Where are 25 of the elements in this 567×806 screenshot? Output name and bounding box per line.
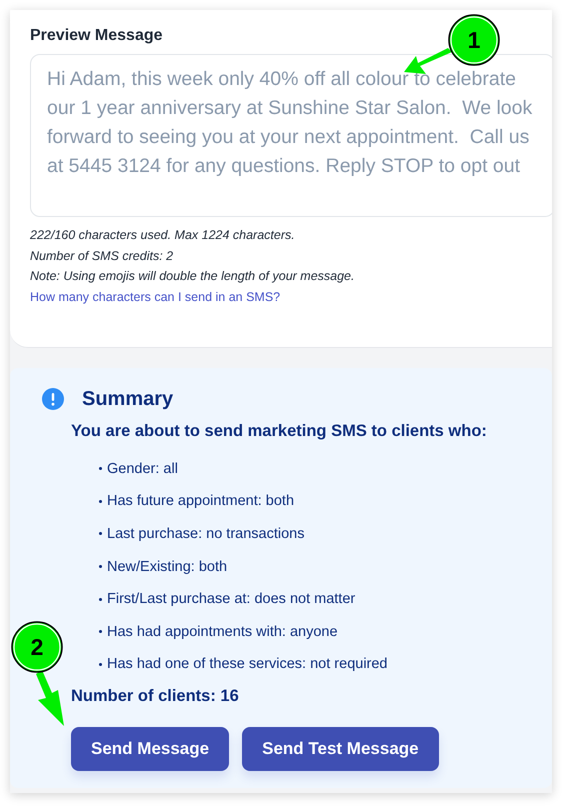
help-link[interactable]: How many characters can I send in an SMS? — [30, 286, 552, 306]
note-text: Number of SMS credits: 2 — [30, 248, 174, 264]
bullet-icon — [99, 532, 102, 536]
preview-title: Preview Message — [30, 27, 163, 45]
note-text: 222/160 characters used. Max 1224 characters. — [30, 227, 296, 244]
summary-title: Summary — [82, 388, 174, 410]
bullet-icon — [99, 662, 102, 666]
criterion-text: First/Last purchase at: does not matter — [107, 591, 356, 608]
client-count: Number of clients: 16 — [71, 686, 240, 706]
criterion-text: Has future appointment: both — [107, 493, 294, 510]
criterion-text: Has had appointments with: anyone — [107, 624, 338, 640]
bullet-icon — [99, 598, 102, 601]
send-button[interactable]: Send Message — [71, 726, 230, 771]
criterion-text: Has had one of these services: not required — [107, 656, 388, 672]
criterion-text: New/Existing: both — [107, 558, 228, 575]
summary-subtitle: You are about to send marketing SMS to clients who: — [71, 422, 488, 440]
bullet-icon — [99, 630, 102, 634]
bullet-icon — [99, 467, 102, 470]
bullet-icon — [99, 565, 102, 568]
criterion-text: Gender: all — [107, 460, 178, 477]
info-icon — [42, 388, 64, 410]
bullet-icon — [99, 500, 102, 503]
note-text: Note: Using emojis will double the length of your message. — [30, 268, 356, 285]
send-button[interactable]: Send Test Message — [242, 726, 439, 771]
criterion-text: Last purchase: no transactions — [107, 526, 304, 542]
